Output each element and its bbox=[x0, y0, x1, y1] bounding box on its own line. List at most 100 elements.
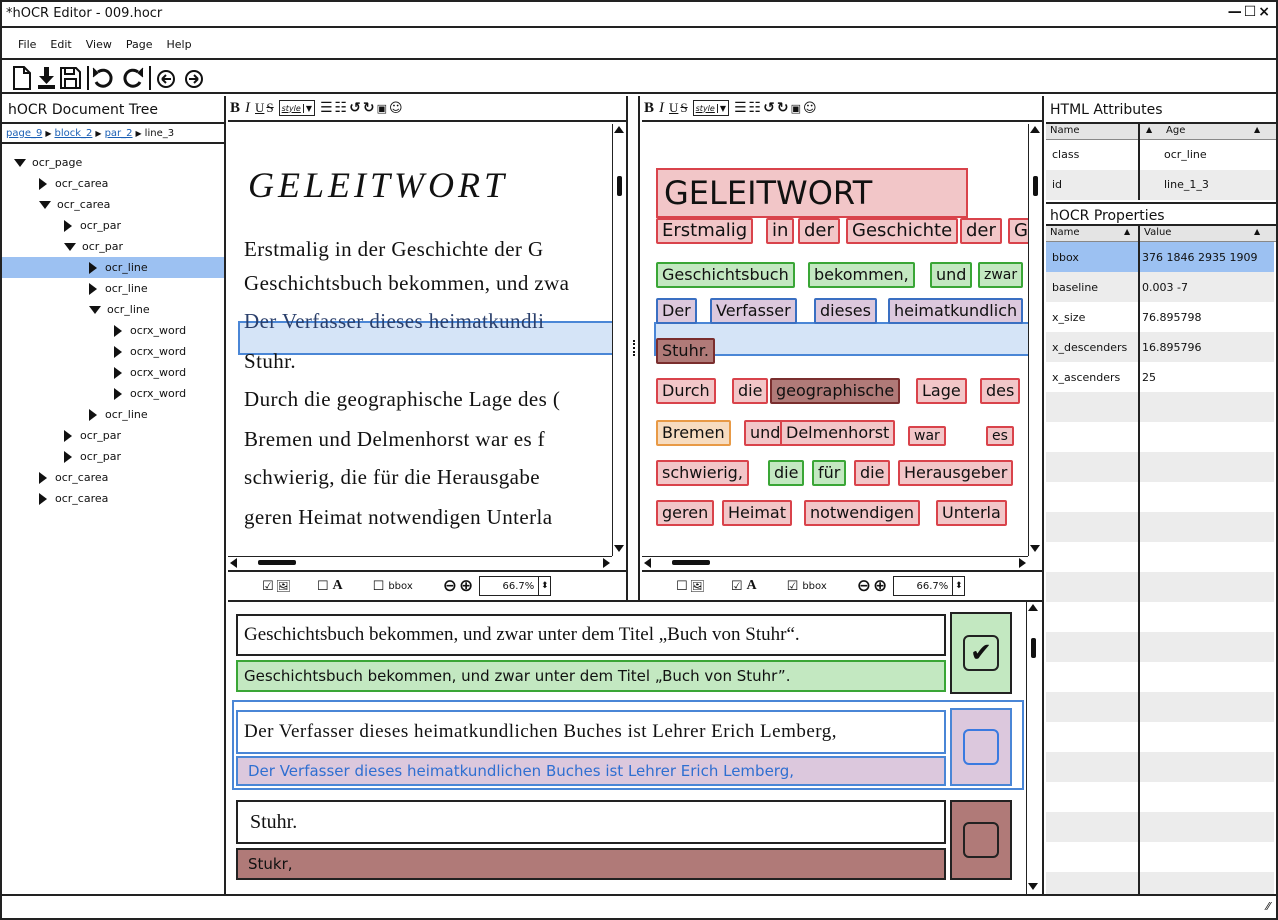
tree-item-ocr-line[interactable]: ocr_line bbox=[2, 278, 224, 299]
table-row[interactable]: x_size 76.895798 bbox=[1046, 302, 1274, 332]
undo-icon[interactable]: ↺ bbox=[763, 100, 775, 116]
caret-right-icon[interactable] bbox=[114, 324, 122, 337]
scroll-right-icon[interactable] bbox=[603, 558, 610, 568]
ocr-word[interactable]: die bbox=[854, 460, 891, 486]
tree-item-ocr-par[interactable]: ocr_par bbox=[2, 236, 224, 257]
scroll-left-icon[interactable] bbox=[230, 558, 237, 568]
table-row[interactable]: x_ascenders 25 bbox=[1046, 362, 1274, 392]
sort-up-icon[interactable]: ▲ bbox=[1254, 125, 1260, 134]
zoom-in-icon[interactable]: ⊕ bbox=[873, 576, 887, 596]
close-icon[interactable]: × bbox=[1258, 4, 1270, 20]
tree-item-ocr-page[interactable]: ocr_page bbox=[2, 152, 224, 173]
strikethrough-icon[interactable]: S bbox=[266, 100, 273, 116]
show-text-checkbox[interactable]: ☑ bbox=[731, 579, 743, 594]
ocr-word[interactable]: und bbox=[930, 262, 973, 288]
scroll-thumb[interactable] bbox=[1031, 638, 1036, 658]
breadcrumb-page[interactable]: page_9 bbox=[6, 128, 42, 139]
ocr-word[interactable]: Stuhr. bbox=[656, 338, 715, 364]
ocr-word[interactable]: der bbox=[960, 218, 1002, 244]
ocr-word[interactable]: Verfasser bbox=[710, 298, 797, 324]
tree-item-ocrx-word[interactable]: ocrx_word bbox=[2, 362, 224, 383]
show-image-checkbox[interactable]: ☑ bbox=[262, 579, 274, 594]
ocr-word[interactable]: Herausgeber bbox=[898, 460, 1014, 486]
tree-item-ocr-carea[interactable]: ocr_carea bbox=[2, 467, 224, 488]
zoom-stepper-icon[interactable]: ⬍ bbox=[952, 577, 964, 595]
tree-item-ocr-carea[interactable]: ocr_carea bbox=[2, 488, 224, 509]
scan-hscrollbar[interactable] bbox=[228, 556, 612, 570]
line-approve-checkbox[interactable] bbox=[950, 708, 1012, 786]
tree-item-ocr-line[interactable]: ocr_line bbox=[2, 404, 224, 425]
sort-up-icon[interactable]: ▲ bbox=[1146, 125, 1152, 134]
bullet-list-icon[interactable]: ☰ bbox=[734, 100, 747, 116]
caret-right-icon[interactable] bbox=[39, 471, 47, 484]
scroll-up-icon[interactable] bbox=[1028, 604, 1038, 611]
numbered-list-icon[interactable]: ☷ bbox=[335, 100, 348, 116]
compare-ocr-line[interactable]: Stukr, bbox=[236, 848, 946, 880]
table-row[interactable]: id line_1_3 bbox=[1046, 170, 1276, 200]
sort-up-icon[interactable]: ▲ bbox=[1124, 227, 1130, 236]
caret-right-icon[interactable] bbox=[114, 387, 122, 400]
ocr-word[interactable]: zwar bbox=[978, 262, 1024, 288]
caret-down-icon[interactable] bbox=[14, 158, 26, 167]
compare-ocr-line[interactable]: Der Verfasser dieses heimatkundlichen Bu… bbox=[236, 660, 946, 692]
ocr-word[interactable]: G bbox=[1008, 218, 1028, 244]
tree-item-ocr-par[interactable]: ocr_par bbox=[2, 425, 224, 446]
maximize-icon[interactable]: ☐ bbox=[1244, 4, 1257, 20]
menu-edit[interactable]: Edit bbox=[50, 38, 71, 51]
download-icon[interactable] bbox=[38, 67, 55, 89]
tree-item-ocrx-word[interactable]: ocrx_word bbox=[2, 341, 224, 362]
show-text-checkbox[interactable]: ☐ bbox=[317, 579, 329, 594]
zoom-out-icon[interactable]: ⊖ bbox=[443, 576, 457, 596]
table-row[interactable]: bbox 376 1846 2935 1909 bbox=[1046, 242, 1274, 272]
table-row[interactable]: x_descenders 16.895796 bbox=[1046, 332, 1274, 362]
ocr-word[interactable]: Durch bbox=[656, 378, 716, 404]
ocr-word[interactable]: Delmenhorst bbox=[780, 420, 896, 446]
ocr-word[interactable]: Der bbox=[656, 298, 697, 324]
zoom-in-icon[interactable]: ⊕ bbox=[459, 576, 473, 596]
undo-icon[interactable] bbox=[92, 67, 113, 88]
col-name-header[interactable]: Name bbox=[1050, 227, 1080, 238]
scroll-right-icon[interactable] bbox=[1019, 558, 1026, 568]
ocr-word[interactable]: dieses bbox=[814, 298, 877, 324]
ocr-word[interactable]: geographische bbox=[770, 378, 901, 404]
image-icon[interactable]: ▣ bbox=[377, 102, 387, 115]
menu-file[interactable]: File bbox=[18, 38, 36, 51]
ocr-word[interactable]: Bremen bbox=[656, 420, 731, 446]
hscroll-thumb[interactable] bbox=[258, 560, 296, 565]
ocr-hscrollbar[interactable] bbox=[642, 556, 1028, 570]
scroll-down-icon[interactable] bbox=[1030, 545, 1040, 552]
caret-down-icon[interactable] bbox=[39, 200, 51, 209]
ocr-word[interactable]: notwendigen bbox=[804, 500, 921, 526]
undo-icon[interactable]: ↺ bbox=[349, 100, 361, 116]
ocr-word[interactable]: Unterla bbox=[936, 500, 1007, 526]
zoom-stepper-icon[interactable]: ⬍ bbox=[538, 577, 550, 595]
scroll-up-icon[interactable] bbox=[614, 126, 624, 133]
style-dropdown[interactable]: style ▼ bbox=[278, 100, 315, 116]
line-approve-checkbox[interactable]: ✔ bbox=[950, 612, 1012, 694]
breadcrumb-par[interactable]: par_2 bbox=[105, 128, 133, 139]
ocr-word[interactable]: war bbox=[908, 426, 946, 446]
table-row[interactable]: class ocr_line bbox=[1046, 140, 1276, 170]
caret-down-icon[interactable] bbox=[89, 305, 101, 314]
show-bbox-checkbox[interactable]: ☐ bbox=[373, 579, 385, 594]
zoom-field[interactable]: 66.7% ⬍ bbox=[479, 576, 552, 596]
underline-icon[interactable]: U bbox=[669, 100, 678, 116]
underline-icon[interactable]: U bbox=[255, 100, 264, 116]
compare-ocr-line[interactable]: Der Verfasser dieses heimatkundlichen Bu… bbox=[236, 756, 946, 786]
ocr-word[interactable]: die bbox=[732, 378, 769, 404]
ocr-word[interactable]: bekommen, bbox=[808, 262, 915, 288]
prev-icon[interactable] bbox=[157, 70, 175, 88]
tree-item-ocr-line[interactable]: ocr_line bbox=[2, 257, 224, 278]
caret-down-icon[interactable] bbox=[64, 242, 76, 251]
numbered-list-icon[interactable]: ☷ bbox=[749, 100, 762, 116]
caret-right-icon[interactable] bbox=[114, 366, 122, 379]
caret-right-icon[interactable] bbox=[64, 219, 72, 232]
bullet-list-icon[interactable]: ☰ bbox=[320, 100, 333, 116]
menu-view[interactable]: View bbox=[86, 38, 112, 51]
col-name-header[interactable]: Name bbox=[1050, 125, 1080, 136]
ocr-word[interactable]: des bbox=[980, 378, 1021, 404]
pane-splitter[interactable] bbox=[630, 96, 640, 600]
redo-icon[interactable]: ↻ bbox=[777, 100, 789, 116]
zoom-field[interactable]: 66.7% ⬍ bbox=[893, 576, 966, 596]
ocr-word[interactable]: Geschichte bbox=[846, 218, 959, 244]
